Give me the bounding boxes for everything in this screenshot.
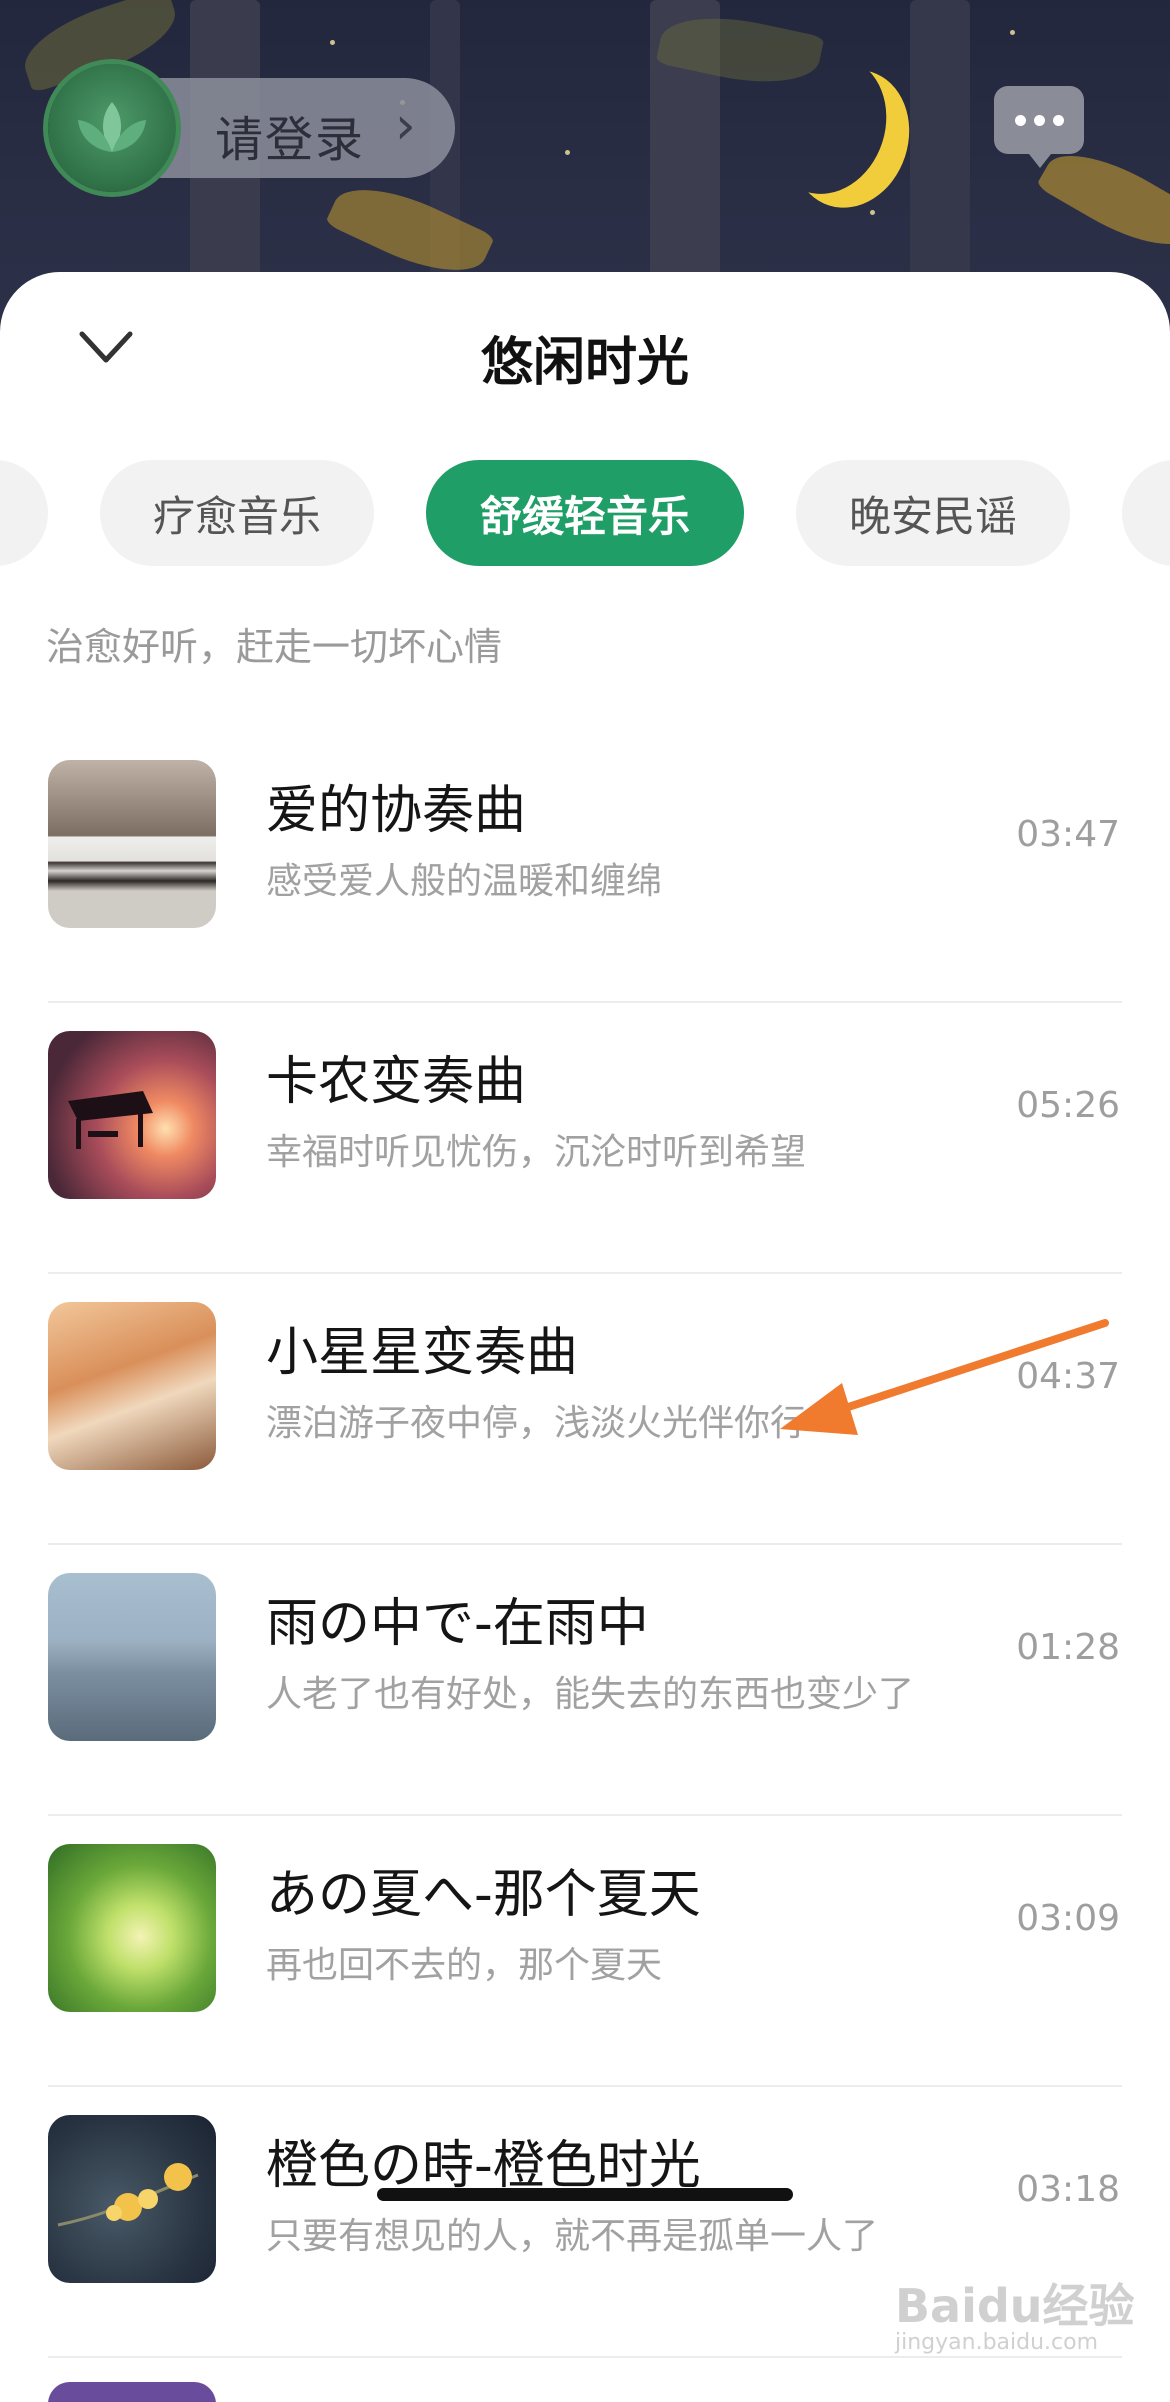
track-duration: 01:28	[1016, 1627, 1120, 1668]
track-cover-image	[48, 2115, 216, 2283]
tab-partial-left[interactable]	[0, 460, 48, 566]
track-title: 雨の中で-在雨中	[266, 1594, 649, 1654]
track-cover-image	[48, 2382, 216, 2402]
tab-partial-right[interactable]	[1122, 460, 1170, 566]
piano-silhouette-icon	[68, 1091, 153, 1149]
track-row[interactable]: 卡农变奏曲 幸福时听见忧伤，沉沦时听到希望 05:26	[48, 1003, 1122, 1274]
divider	[48, 2356, 1122, 2358]
home-indicator	[377, 2188, 793, 2201]
star	[870, 210, 875, 215]
sheet-title: 悠闲时光	[480, 333, 689, 393]
category-tagline: 治愈好听，赶走一切坏心情	[46, 625, 503, 669]
star	[1010, 30, 1015, 35]
star	[565, 150, 570, 155]
tab-soothing-light-music[interactable]: 舒缓轻音乐	[426, 460, 744, 566]
track-title: 爱的协奏曲	[266, 781, 527, 841]
avatar	[48, 64, 176, 192]
track-title: 橙色の時-橙色时光	[266, 2136, 701, 2196]
track-duration: 03:18	[1016, 2169, 1120, 2210]
track-subtitle: 再也回不去的，那个夏天	[266, 1945, 663, 1986]
track-duration: 03:09	[1016, 1898, 1120, 1939]
track-subtitle: 只要有想见的人，就不再是孤单一人了	[266, 2216, 879, 2257]
track-duration: 05:26	[1016, 1085, 1120, 1126]
tab-healing-music[interactable]: 疗愈音乐	[100, 460, 374, 566]
playlist-sheet: 悠闲时光 疗愈音乐 舒缓轻音乐 晚安民谣 治愈好听，赶走一切坏心情 爱的协奏曲 …	[0, 272, 1170, 2402]
watermark-logo: Baidu经验	[895, 2279, 1135, 2333]
track-cover-image	[48, 1302, 216, 1470]
track-subtitle: 感受爱人般的温暖和缠绵	[266, 861, 663, 902]
track-row[interactable]: 雨の中で-在雨中 人老了也有好处，能失去的东西也变少了 01:28	[48, 1545, 1122, 1816]
watermark-url: jingyan.baidu.com	[895, 2330, 1099, 2355]
track-duration: 03:47	[1016, 814, 1120, 855]
track-row[interactable]: 爱的协奏曲 感受爱人般的温暖和缠绵 03:47	[48, 732, 1122, 1003]
track-cover-image	[48, 760, 216, 928]
flower-icon	[57, 2163, 199, 2227]
message-button[interactable]	[994, 86, 1084, 168]
track-subtitle: 漂泊游子夜中停，浅淡火光伴你行	[266, 1403, 807, 1444]
lotus-icon	[78, 102, 146, 152]
tab-goodnight-folk[interactable]: 晚安民谣	[796, 460, 1070, 566]
star	[330, 40, 335, 45]
login-label: 请登录	[215, 112, 366, 168]
track-title: あの夏へ-那个夏天	[266, 1865, 701, 1925]
track-cover-image	[48, 1573, 216, 1741]
track-subtitle: 人老了也有好处，能失去的东西也变少了	[266, 1674, 915, 1715]
track-title: 小星星变奏曲	[266, 1323, 579, 1383]
track-title: 卡农变奏曲	[266, 1052, 527, 1112]
login-button[interactable]: 请登录 ›	[48, 64, 455, 192]
chat-bubble-icon	[1014, 114, 1064, 126]
category-tabs: 疗愈音乐 舒缓轻音乐 晚安民谣	[0, 460, 1170, 566]
annotation-arrow-icon	[780, 1319, 1109, 1435]
track-subtitle: 幸福时听见忧伤，沉沦时听到希望	[266, 1132, 807, 1173]
track-cover-image	[48, 1844, 216, 2012]
track-cover-image	[48, 1031, 216, 1199]
track-row[interactable]: あの夏へ-那个夏天 再也回不去的，那个夏天 03:09	[48, 1816, 1122, 2087]
chevron-right-icon: ›	[395, 96, 416, 156]
